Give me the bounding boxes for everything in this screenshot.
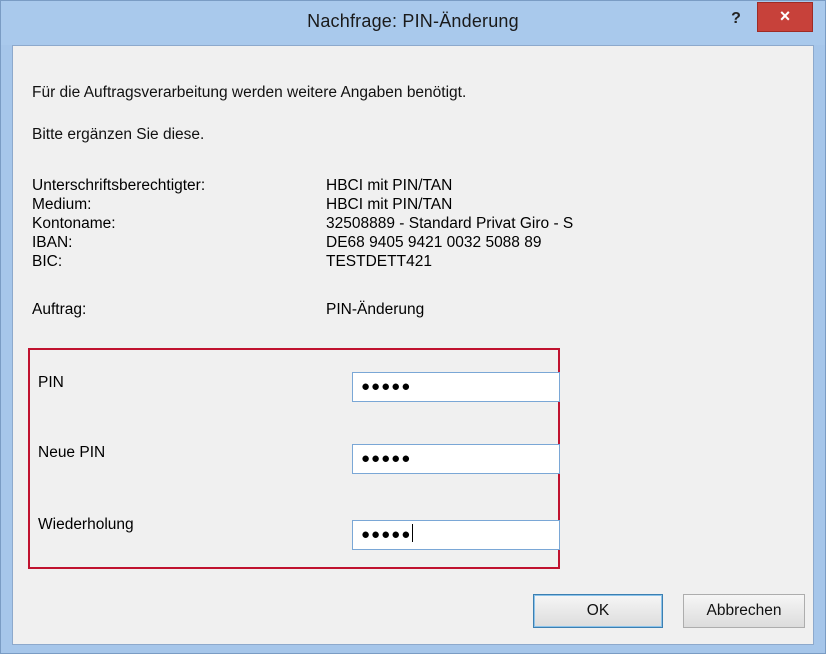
account-name-label: Kontoname: (32, 215, 116, 232)
pin-field-value: ●●●●● (361, 378, 412, 395)
help-button[interactable]: ? (719, 5, 753, 33)
new-pin-label: Neue PIN (38, 444, 106, 461)
pin-field[interactable]: ●●●●● (352, 372, 560, 402)
new-pin-field[interactable]: ●●●●● (352, 444, 560, 474)
medium-value: HBCI mit PIN/TAN (326, 196, 453, 213)
iban-value: DE68 9405 9421 0032 5088 89 (326, 234, 542, 251)
repeat-pin-field[interactable]: ●●●●● (352, 520, 560, 550)
signer-label: Unterschriftsberechtigter: (32, 177, 206, 194)
repeat-pin-field-value: ●●●●● (361, 526, 412, 543)
order-label: Auftrag: (32, 301, 87, 318)
bic-value: TESTDETT421 (326, 253, 432, 270)
order-value: PIN-Änderung (326, 301, 425, 318)
title-bar[interactable]: Nachfrage: PIN-Änderung ? × (1, 1, 825, 45)
dialog-body: Für die Auftragsverarbeitung werden weit… (12, 45, 814, 645)
close-button[interactable]: × (757, 2, 813, 32)
medium-label: Medium: (32, 196, 92, 213)
account-name-value: 32508889 - Standard Privat Giro - S (326, 215, 574, 232)
ok-button[interactable]: OK (533, 594, 663, 628)
new-pin-field-value: ●●●●● (361, 450, 412, 467)
text-caret (412, 524, 414, 543)
instruction-text: Bitte ergänzen Sie diese. (32, 126, 205, 143)
intro-text: Für die Auftragsverarbeitung werden weit… (32, 84, 467, 101)
pin-fields-highlight: PIN ●●●●● Neue PIN ●●●●● Wiederholung ●●… (28, 348, 560, 569)
cancel-button[interactable]: Abbrechen (683, 594, 805, 628)
bic-label: BIC: (32, 253, 63, 270)
repeat-pin-label: Wiederholung (38, 516, 134, 533)
pin-label: PIN (38, 374, 64, 391)
dialog-window: Nachfrage: PIN-Änderung ? × Für die Auft… (0, 0, 826, 654)
dialog-title: Nachfrage: PIN-Änderung (307, 11, 519, 31)
signer-value: HBCI mit PIN/TAN (326, 177, 453, 194)
close-icon: × (779, 6, 791, 26)
iban-label: IBAN: (32, 234, 73, 251)
